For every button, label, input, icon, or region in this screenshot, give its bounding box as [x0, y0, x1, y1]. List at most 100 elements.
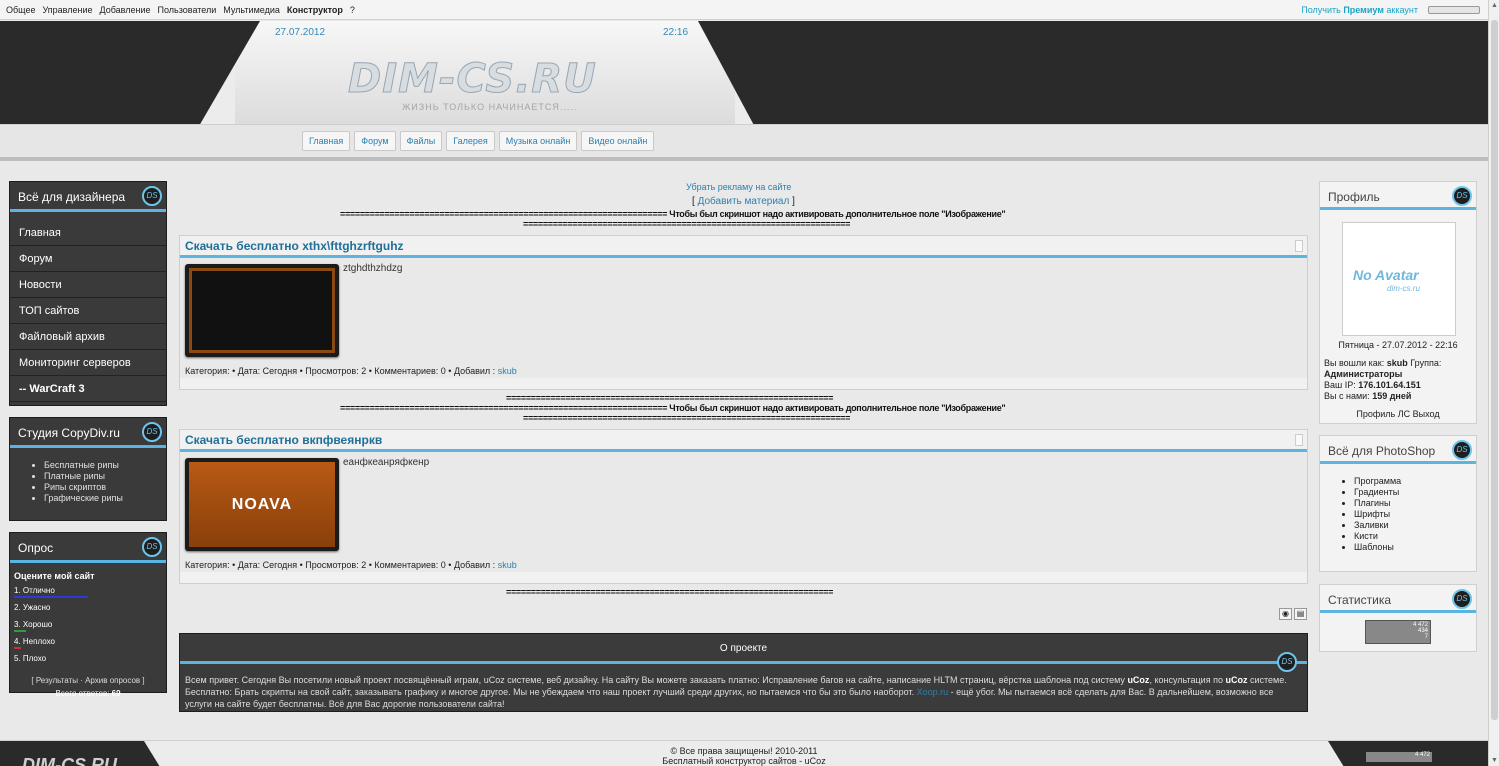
footer-counter[interactable]: 4 472	[1366, 752, 1432, 762]
about-title-text: О проекте	[719, 643, 768, 654]
admin-slider[interactable]	[1428, 6, 1480, 14]
about-link[interactable]: Xoop.ru	[917, 687, 949, 697]
ds-badge-icon: DS	[1452, 186, 1472, 206]
vertical-scrollbar[interactable]: ▲ ▼	[1488, 0, 1499, 766]
nav-home[interactable]: Главная	[302, 131, 351, 151]
entry-2-body: NOAVA еанфкеанряфкенр Категория: • Дата:…	[180, 452, 1307, 572]
photoshop-title: Всё для PhotoShop DS	[1320, 436, 1476, 464]
about-title: О проекте DS	[180, 634, 1307, 672]
ds-badge-icon: DS	[1452, 440, 1472, 460]
menu-item-warcraft[interactable]: -- WarCraft 3	[10, 376, 166, 402]
admin-menu-general[interactable]: Общее	[6, 5, 35, 15]
studio-item-paid-rips[interactable]: Платные рипы	[44, 471, 166, 482]
admin-menu-multimedia[interactable]: Мультимедиа	[223, 5, 280, 15]
premium-link[interactable]: Получить Премиум аккаунт	[1301, 5, 1418, 15]
poll-block: Опрос DS Оцените мой сайт 1. Отлично 2. У…	[9, 532, 167, 698]
about-text: Всем привет. Сегодня Вы посетили новый п…	[180, 664, 1307, 720]
ps-item-program[interactable]: Программа	[1354, 476, 1476, 487]
avatar[interactable]: No Avatar dim-cs.ru	[1342, 222, 1456, 336]
ps-item-fills[interactable]: Заливки	[1354, 520, 1476, 531]
header-date: 27.07.2012	[275, 27, 326, 38]
entry-1-meta-text: Категория: • Дата: Сегодня • Просмотров:…	[185, 366, 496, 376]
profile-block: Профиль DS No Avatar dim-cs.ru Пятница -…	[1319, 181, 1477, 424]
admin-menu-constructor[interactable]: Конструктор	[287, 5, 343, 15]
profile-username: skub	[1386, 358, 1408, 368]
ps-item-templates[interactable]: Шаблоны	[1354, 542, 1476, 553]
separator-line-3: ========================================…	[506, 393, 834, 403]
photoshop-list: Программа Градиенты Плагины Шрифты Залив…	[1320, 464, 1476, 561]
scrollbar-thumb[interactable]	[1491, 20, 1498, 720]
poll-option: 5. Плохо	[14, 654, 47, 663]
menu-item-file-archive[interactable]: Файловый архив	[10, 324, 166, 350]
nav-music[interactable]: Музыка онлайн	[498, 131, 578, 151]
ps-item-gradients[interactable]: Градиенты	[1354, 487, 1476, 498]
entry-menu-icon[interactable]	[1295, 434, 1303, 446]
rss-icon[interactable]: ◉	[1279, 608, 1292, 620]
profile-group: Администраторы	[1324, 369, 1403, 379]
ds-badge-icon: DS	[1277, 652, 1297, 672]
scroll-down-icon[interactable]: ▼	[1491, 757, 1498, 764]
admin-menu-help[interactable]: ?	[350, 5, 355, 15]
separator-note: Чтобы был скриншот надо активировать доп…	[669, 209, 1006, 219]
entry-2-title-text[interactable]: Скачать бесплатно вкпфвеянркв	[185, 433, 382, 447]
nav-files[interactable]: Файлы	[399, 131, 443, 151]
add-material-link[interactable]: Добавить материал	[698, 196, 790, 207]
nav-forum[interactable]: Форум	[354, 131, 396, 151]
poll-total-label: Всего ответов:	[55, 689, 110, 698]
profile-title: Профиль DS	[1320, 182, 1476, 210]
ds-badge-icon: DS	[1452, 589, 1472, 609]
entry-1-image[interactable]	[185, 264, 339, 357]
stats-counter[interactable]: 4 472 434 7	[1365, 620, 1431, 644]
menu-item-home[interactable]: Главная	[10, 220, 166, 246]
separator-line-5: ========================================…	[523, 413, 851, 423]
counter-bot: 7	[1424, 634, 1428, 640]
separator-line-4: ========================================…	[340, 403, 1006, 413]
ps-item-brushes[interactable]: Кисти	[1354, 531, 1476, 542]
poll-option: 2. Ужасно	[14, 603, 51, 612]
designer-menu-block: Всё для дизайнера DS Главная Форум Новос…	[9, 181, 167, 406]
separator-note: Чтобы был скриншот надо активировать доп…	[669, 403, 1006, 413]
studio-item-free-rips[interactable]: Бесплатные рипы	[44, 460, 166, 471]
profile-info: Вы вошли как: skub Группа: Администратор…	[1324, 358, 1474, 402]
entry-1-title-text[interactable]: Скачать бесплатно xthx\fttghzrftguhz	[185, 239, 404, 253]
admin-menu-manage[interactable]: Управление	[42, 5, 92, 15]
separator-line-6: ========================================…	[506, 587, 834, 597]
studio-block: Студия CopyDiv.ru DS Бесплатные рипы Пла…	[9, 417, 167, 521]
nav-gallery[interactable]: Галерея	[446, 131, 495, 151]
print-icon[interactable]: ▤	[1294, 608, 1307, 620]
poll-options: 1. Отлично 2. Ужасно 3. Хорошо 4. Неплохо 5.…	[14, 586, 162, 666]
scroll-up-icon[interactable]: ▲	[1491, 2, 1498, 9]
about-text-2: , консультация по	[1149, 675, 1223, 685]
profile-title-text: Профиль	[1328, 190, 1380, 204]
entry-2-image[interactable]: NOAVA	[185, 458, 339, 551]
ds-badge-icon: DS	[142, 422, 162, 442]
profile-links[interactable]: Профиль ЛС Выход	[1320, 409, 1476, 419]
designer-menu-title-text: Всё для дизайнера	[18, 190, 126, 204]
admin-menu-users[interactable]: Пользователи	[158, 5, 217, 15]
ds-badge-icon: DS	[142, 537, 162, 557]
entry-menu-icon[interactable]	[1295, 240, 1303, 252]
menu-item-top-sites[interactable]: ТОП сайтов	[10, 298, 166, 324]
footer-powered[interactable]: Бесплатный конструктор сайтов - uCoz	[0, 756, 1488, 766]
menu-item-server-monitoring[interactable]: Мониторинг серверов	[10, 350, 166, 376]
ps-item-fonts[interactable]: Шрифты	[1354, 509, 1476, 520]
studio-item-script-rips[interactable]: Рипы скриптов	[44, 482, 166, 493]
poll-footer-links[interactable]: [ Результаты · Архив опросов ]	[14, 676, 162, 685]
admin-menu-add[interactable]: Добавление	[100, 5, 151, 15]
site-logo[interactable]: DIM-CS.RU	[348, 56, 597, 103]
poll-title: Опрос DS	[10, 533, 166, 563]
photoshop-title-text: Всё для PhotoShop	[1328, 444, 1436, 458]
studio-item-graphic-rips[interactable]: Графические рипы	[44, 493, 166, 504]
ps-item-plugins[interactable]: Плагины	[1354, 498, 1476, 509]
menu-item-news[interactable]: Новости	[10, 272, 166, 298]
entry-1-text: ztghdthzhdzg	[343, 263, 403, 274]
entry-1-author-link[interactable]: skub	[498, 366, 517, 376]
entry-2-meta-text: Категория: • Дата: Сегодня • Просмотров:…	[185, 560, 496, 570]
header-nav-strip	[0, 124, 1488, 161]
menu-item-forum[interactable]: Форум	[10, 246, 166, 272]
nav-video[interactable]: Видео онлайн	[581, 131, 655, 151]
poll-option: 1. Отлично	[14, 586, 55, 595]
profile-ip-label: Ваш IP:	[1324, 380, 1356, 390]
entry-2-author-link[interactable]: skub	[498, 560, 517, 570]
remove-ads-link[interactable]: Убрать рекламу на сайте	[686, 182, 791, 192]
